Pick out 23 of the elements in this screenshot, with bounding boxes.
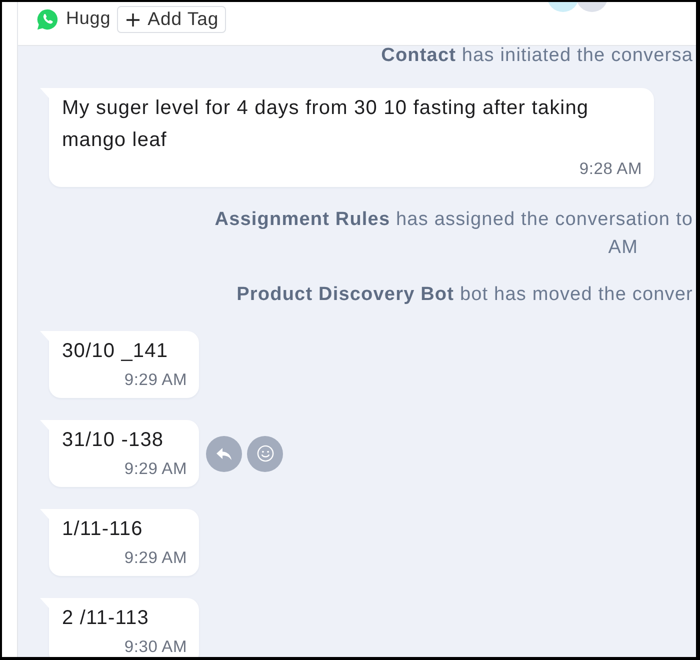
- reply-button[interactable]: [206, 436, 242, 472]
- avatar-icon: [547, 2, 579, 12]
- contact-name: Hugg: [66, 7, 111, 30]
- system-message: Contact has initiated the conversa: [381, 46, 694, 66]
- message-text: 30/10 _141: [62, 339, 168, 364]
- message-text: 2 /11-113: [62, 606, 149, 631]
- add-tag-button[interactable]: Add Tag: [116, 6, 226, 33]
- message-time: 9:30 AM: [124, 637, 187, 657]
- system-message: Assignment Rules has assigned the conversation to: [214, 208, 694, 232]
- message-text: 31/10 -138: [62, 428, 164, 453]
- phone-bubble-icon: [37, 9, 58, 30]
- reply-icon: [216, 446, 232, 460]
- smiley-icon: [256, 445, 274, 462]
- message-time: 9:28 AM: [579, 159, 642, 180]
- message-text: 1/11-116: [62, 517, 143, 542]
- message-time: 9:29 AM: [124, 548, 187, 569]
- message-time: 9:29 AM: [124, 459, 187, 480]
- system-message: Product Discovery Bot bot has moved the conver: [236, 283, 694, 307]
- plus-icon: [126, 12, 140, 26]
- message-time: 9:29 AM: [124, 370, 187, 391]
- emoji-button[interactable]: [247, 436, 283, 472]
- system-message-line: AM: [608, 236, 638, 260]
- message-text: My suger level for 4 days from 30 10 fasting after taking mango leaf: [62, 96, 590, 153]
